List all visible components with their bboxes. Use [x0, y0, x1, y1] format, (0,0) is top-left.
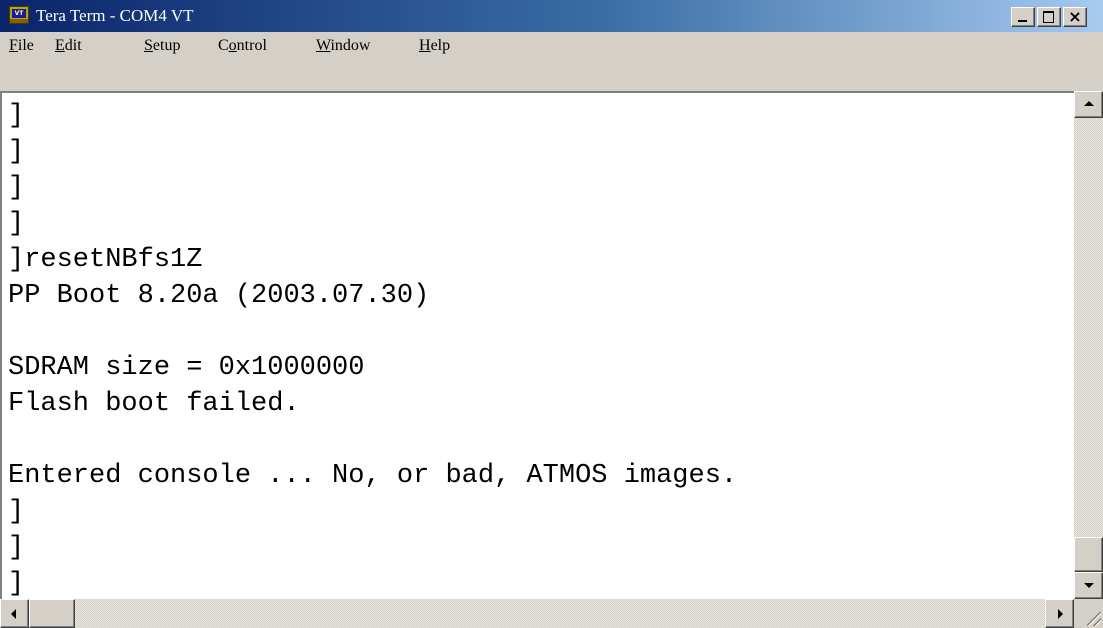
menu-help-accel: H — [419, 37, 431, 54]
menu-window-accel: W — [316, 37, 331, 54]
menu-edit[interactable]: Edit — [55, 37, 82, 55]
resize-grip-icon[interactable] — [1074, 599, 1103, 628]
terminal-line: ]resetNBfs1Z — [8, 245, 203, 275]
window-title: Tera Term - COM4 VT — [36, 6, 194, 25]
teraterm-window: VT Tera Term - COM4 VT × File Edit Setup… — [0, 0, 1103, 628]
menu-help[interactable]: Help — [419, 37, 450, 55]
terminal-line: ] — [8, 101, 25, 131]
menu-edit-accel: E — [55, 37, 65, 54]
close-button[interactable]: × — [1063, 7, 1087, 27]
menu-control[interactable]: Control — [218, 37, 267, 55]
scroll-up-button[interactable] — [1074, 91, 1103, 118]
teraterm-app-icon[interactable]: VT — [9, 6, 29, 24]
terminal-line: ] — [8, 533, 25, 563]
minimize-button[interactable] — [1011, 7, 1035, 27]
terminal-line: ] — [8, 173, 25, 203]
menu-window[interactable]: Window — [316, 37, 370, 55]
scroll-right-button[interactable] — [1045, 599, 1074, 628]
vertical-scrollbar[interactable] — [1074, 91, 1103, 599]
terminal-line: ] — [8, 497, 25, 527]
menu-file-label: ile — [17, 37, 34, 54]
maximize-button[interactable] — [1037, 7, 1061, 27]
terminal-line: ] — [8, 569, 25, 599]
menu-file-accel: F — [9, 37, 18, 54]
app-icon-screen: VT — [12, 9, 26, 18]
scroll-down-button[interactable] — [1074, 572, 1103, 599]
close-icon: × — [1068, 7, 1082, 26]
menu-edit-label: dit — [64, 37, 82, 54]
menu-control-pre: C — [218, 37, 229, 54]
terminal-line: SDRAM size = 0x1000000 — [8, 353, 365, 383]
terminal-line: Flash boot failed. — [8, 389, 300, 419]
terminal-line: PP Boot 8.20a (2003.07.30) — [8, 281, 430, 311]
terminal-line: ] — [8, 137, 25, 167]
terminal-line: Entered console ... No, or bad, ATMOS im… — [8, 461, 738, 491]
scroll-left-button[interactable] — [0, 599, 29, 628]
menu-setup-accel: S — [144, 37, 153, 54]
menu-setup[interactable]: Setup — [144, 37, 180, 55]
horizontal-scrollbar[interactable] — [0, 599, 1074, 628]
horizontal-scroll-thumb[interactable] — [29, 599, 75, 628]
app-icon-base — [10, 19, 28, 23]
title-bar[interactable]: VT Tera Term - COM4 VT × — [0, 0, 1103, 32]
menu-bar: File Edit Setup Control Window Help — [0, 32, 1103, 58]
menu-control-accel: o — [228, 37, 237, 54]
menu-file[interactable]: File — [9, 37, 34, 55]
terminal-screen[interactable]: ] ] ] ] ]resetNBfs1Z PP Boot 8.20a (2003… — [0, 91, 1074, 599]
menu-setup-label: etup — [152, 37, 181, 54]
menu-window-label: indow — [330, 37, 371, 54]
vertical-scroll-thumb[interactable] — [1074, 537, 1103, 572]
terminal-line: ] — [8, 209, 25, 239]
menu-control-label: ntrol — [236, 37, 267, 54]
menu-help-label: elp — [430, 37, 451, 54]
